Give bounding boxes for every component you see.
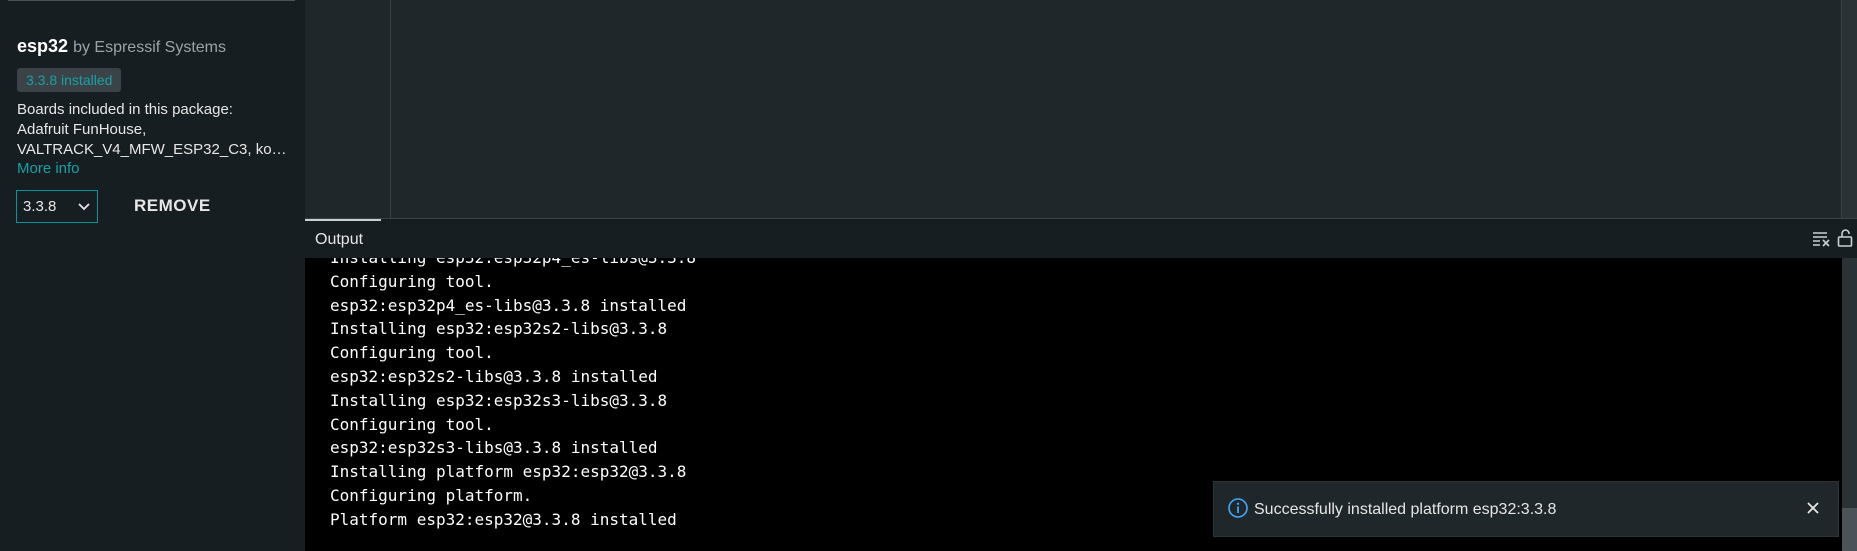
chevron-down-icon — [78, 203, 90, 211]
boards-label: Boards included in this package: — [17, 101, 233, 118]
package-title: esp32 by Espressif Systems — [17, 36, 226, 57]
unlock-icon[interactable] — [1835, 228, 1855, 248]
output-line: Configuring tool. — [330, 271, 494, 291]
notification-toast: Successfully installed platform esp32:3.… — [1213, 481, 1839, 537]
notification-message: Successfully installed platform esp32:3.… — [1254, 501, 1557, 518]
tab-output-label: Output — [315, 231, 364, 248]
output-line: esp32:esp32p4_es-libs@3.3.8 installed — [330, 295, 687, 315]
package-author: by Espressif Systems — [73, 39, 226, 56]
output-lines: Installing esp32:esp32p4_es-libs@3.3.8Co… — [330, 258, 696, 532]
editor-scrollbar[interactable] — [1841, 0, 1857, 218]
output-line: Installing esp32:esp32s3-libs@3.3.8 — [330, 390, 668, 410]
boards-line-1: Adafruit FunHouse, — [17, 121, 147, 138]
output-line: esp32:esp32s3-libs@3.3.8 installed — [330, 438, 658, 458]
installed-badge: 3.3.8 installed — [17, 68, 122, 92]
boards-description: Boards included in this package: Adafrui… — [17, 100, 292, 160]
output-line: Platform esp32:esp32@3.3.8 installed — [330, 509, 677, 529]
output-panel-header: Output — [305, 218, 1857, 258]
clear-output-icon[interactable] — [1811, 228, 1831, 248]
line-number-gutter — [305, 0, 391, 218]
version-select-value: 3.3.8 — [23, 198, 57, 215]
output-line: Installing platform esp32:esp32@3.3.8 — [330, 462, 687, 482]
output-line: Configuring platform. — [330, 485, 533, 505]
boards-manager-panel: esp32 by Espressif Systems 3.3.8 install… — [0, 0, 305, 551]
output-line: Installing esp32:esp32p4_es-libs@3.3.8 — [330, 258, 696, 270]
close-icon[interactable] — [1802, 497, 1824, 519]
output-line: Configuring tool. — [330, 343, 494, 363]
output-line: Configuring tool. — [330, 414, 494, 434]
version-select[interactable]: 3.3.8 — [16, 190, 98, 223]
boards-line-2: VALTRACK_V4_MFW_ESP32_C3, kode... — [17, 141, 292, 158]
tab-output[interactable]: Output — [305, 219, 381, 258]
code-editor[interactable] — [305, 0, 1857, 218]
remove-button[interactable]: REMOVE — [134, 196, 211, 216]
output-line: Installing esp32:esp32s2-libs@3.3.8 — [330, 319, 668, 339]
package-name: esp32 — [17, 36, 69, 56]
more-info-link[interactable]: More info — [17, 160, 80, 177]
output-scrollbar[interactable] — [1842, 258, 1857, 551]
output-scrollbar-thumb[interactable] — [1842, 508, 1857, 551]
divider — [8, 0, 295, 1]
output-line: esp32:esp32s2-libs@3.3.8 installed — [330, 366, 658, 386]
info-icon — [1228, 498, 1248, 518]
